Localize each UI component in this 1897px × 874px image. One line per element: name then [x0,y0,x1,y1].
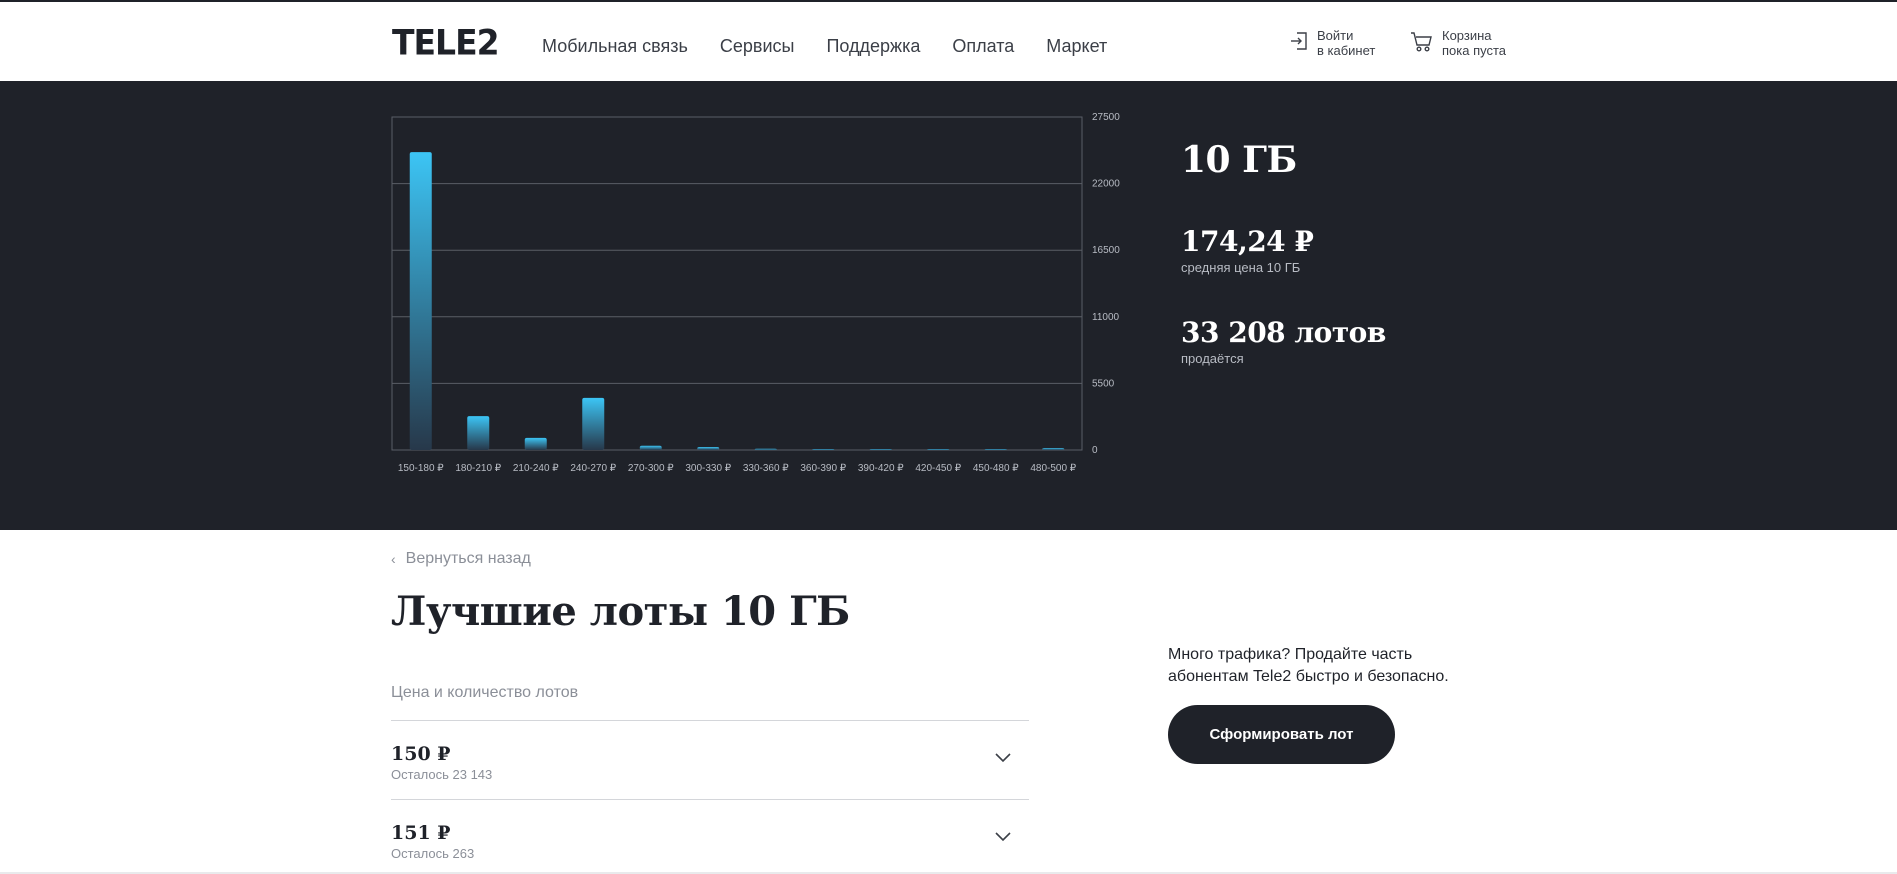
promo-text: Много трафика? Продайте часть абонентам … [1168,646,1449,685]
bar-11[interactable] [1042,448,1065,450]
nav-payment[interactable]: Оплата [952,34,1014,58]
lot-price: 150 ₽ [391,743,451,765]
nav-mobile[interactable]: Мобильная связь [542,34,688,58]
stats-panel: 10 ГБ 174,24 ₽ средняя цена 10 ГБ 33 208… [1181,138,1386,367]
site-header: TELE2 Мобильная связь Сервисы Поддержка … [0,4,1897,81]
x-tick-label: 180-210 ₽ [455,463,501,474]
avg-price-value: 174,24 ₽ [1181,225,1314,258]
cart-label-2: пока пуста [1442,43,1507,58]
cart-icon [1411,32,1432,52]
bar-6[interactable] [754,448,777,450]
login-label-2: в кабинет [1317,43,1376,58]
nav-market[interactable]: Маркет [1046,34,1107,58]
bar-10[interactable] [984,449,1007,450]
bar-4[interactable] [639,445,662,450]
y-tick-label: 22000 [1092,179,1120,190]
lot-row[interactable]: 151 ₽ Осталось 263 [391,799,1029,874]
lot-row[interactable]: 150 ₽ Осталось 23 143 [391,720,1029,799]
main-nav: Мобильная связь Сервисы Поддержка Оплата… [542,34,1139,58]
lot-remaining: Осталось 263 [391,846,475,861]
chevron-down-icon[interactable] [995,753,1011,763]
cart-button[interactable]: Корзина пока пуста [1410,28,1506,58]
back-link-label: Вернуться назад [405,550,531,567]
x-tick-label: 270-300 ₽ [628,463,674,474]
create-lot-button[interactable]: Сформировать лот [1168,705,1395,764]
bar-3[interactable] [582,397,605,450]
price-distribution-chart: 0 5500 11000 16500 22000 27500 150-180 ₽ 180-21… [391,112,1120,474]
lots-count-label: продаётся [1181,351,1244,366]
x-tick-label: 240-270 ₽ [570,463,616,474]
bar-7[interactable] [812,449,835,450]
x-tick-label: 390-420 ₽ [858,463,904,474]
back-link[interactable]: ‹ Вернуться назад [391,550,531,568]
chart-frame [391,116,1083,451]
x-tick-label: 330-360 ₽ [743,463,789,474]
nav-support[interactable]: Поддержка [826,34,920,58]
volume-value: 10 ГБ [1181,139,1297,181]
logo-text: TELE2 [392,22,500,63]
x-tick-label: 150-180 ₽ [398,463,444,474]
bar-8[interactable] [869,449,892,450]
y-tick-label: 27500 [1092,112,1120,123]
lots-list-header: Цена и количество лотов [391,684,579,701]
login-label-1: Войти [1317,28,1354,43]
x-tick-label: 420-450 ₽ [915,463,961,474]
lot-remaining: Осталось 23 143 [391,767,493,782]
y-tick-label: 0 [1092,445,1098,456]
x-tick-label: 480-500 ₽ [1030,463,1076,474]
lots-list: 150 ₽ Осталось 23 143 151 ₽ Осталось 263 [391,720,1029,874]
x-tick-label: 360-390 ₽ [800,463,846,474]
avg-price-label: средняя цена 10 ГБ [1181,260,1301,275]
nav-services[interactable]: Сервисы [720,34,795,58]
x-tick-label: 210-240 ₽ [513,463,559,474]
bar-2[interactable] [524,437,547,450]
bar-5[interactable] [697,446,720,450]
chevron-down-icon[interactable] [995,832,1011,842]
y-tick-label: 16500 [1092,245,1120,256]
lot-price: 151 ₽ [391,822,451,844]
lots-count-value: 33 208 лотов [1181,316,1386,349]
x-tick-label: 450-480 ₽ [973,463,1019,474]
cart-label-1: Корзина [1442,28,1492,43]
chevron-left-icon: ‹ [391,551,396,567]
y-tick-label: 5500 [1092,378,1115,389]
login-button[interactable]: Войти в кабинет [1289,28,1375,58]
y-tick-label: 11000 [1092,312,1120,323]
bar-0[interactable] [409,152,432,450]
tele2-logo[interactable]: TELE2 [392,22,500,63]
login-icon [1291,32,1307,50]
bar-1[interactable] [467,416,490,450]
x-tick-label: 300-330 ₽ [685,463,731,474]
page-title: Лучшие лоты 10 ГБ [391,588,850,635]
bar-9[interactable] [927,449,950,450]
